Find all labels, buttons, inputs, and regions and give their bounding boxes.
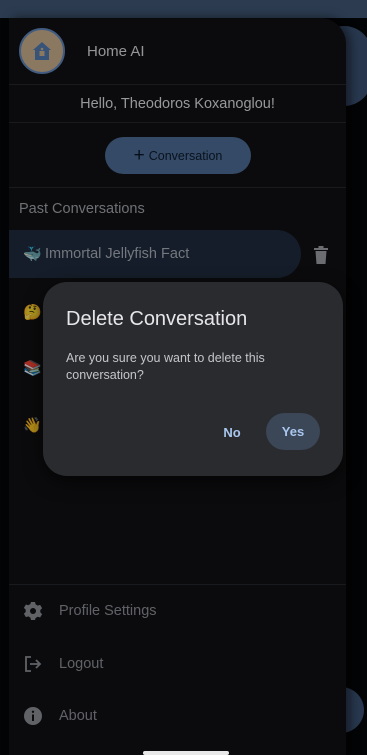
- dialog-message: Are you sure you want to delete this con…: [66, 351, 265, 382]
- home-indicator[interactable]: [143, 751, 229, 755]
- dialog-title: Delete Conversation: [66, 308, 248, 330]
- screen: Home AI Hello, Theodoros Koxanoglou! + C…: [0, 0, 367, 755]
- no-button[interactable]: No: [215, 416, 249, 448]
- yes-button[interactable]: Yes: [266, 413, 320, 450]
- delete-conversation-dialog: Delete Conversation Are you sure you wan…: [43, 282, 343, 476]
